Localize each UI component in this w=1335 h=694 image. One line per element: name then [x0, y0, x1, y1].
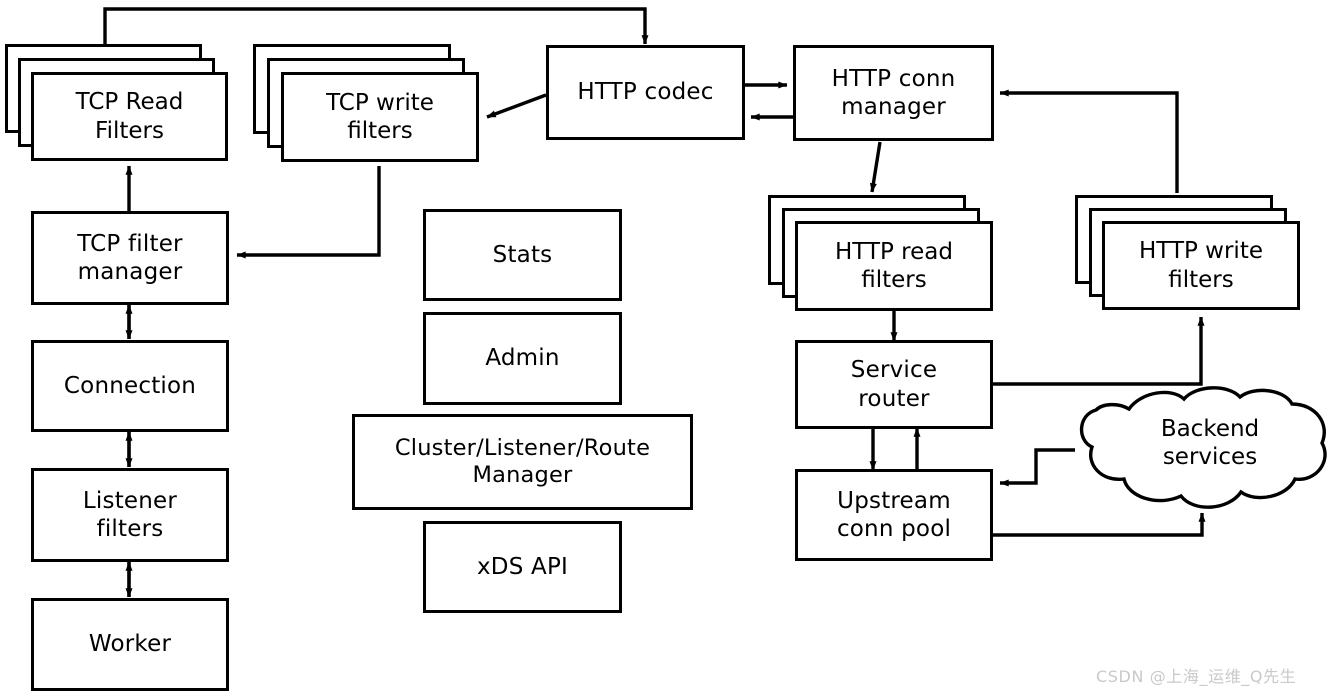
- http-read-filters-stack[interactable]: HTTP read filters: [768, 195, 994, 312]
- edge-conn-manager-to-http-read: [869, 141, 882, 193]
- edge-tcp-write-to-tcp-filter-manager: [236, 166, 381, 259]
- tcp-write-filters-node[interactable]: TCP write filters: [281, 72, 479, 162]
- stats-node[interactable]: Stats: [423, 209, 622, 301]
- connection-node[interactable]: Connection: [31, 340, 229, 432]
- tcp-write-filters-stack[interactable]: TCP write filters: [253, 44, 479, 162]
- worker-node[interactable]: Worker: [31, 598, 229, 691]
- http-write-filters-stack[interactable]: HTTP write filters: [1075, 195, 1301, 311]
- edge-backend-to-upstream: [999, 448, 1075, 487]
- backend-services-label[interactable]: Backend services: [1120, 415, 1300, 471]
- tcp-filter-manager-node[interactable]: TCP filter manager: [31, 211, 229, 305]
- admin-node[interactable]: Admin: [423, 312, 622, 405]
- tcp-read-filters-stack[interactable]: TCP Read Filters: [5, 44, 228, 161]
- edge-upstream-to-backend: [993, 512, 1206, 537]
- service-router-node[interactable]: Service router: [795, 340, 993, 429]
- edge-service-router-to-http-write: [993, 316, 1205, 386]
- http-conn-manager-node[interactable]: HTTP conn manager: [793, 45, 994, 141]
- edge-http-write-to-conn-manager: [999, 89, 1179, 193]
- watermark-text: CSDN @上海_运维_Q先生: [1096, 667, 1297, 686]
- tcp-read-filters-node[interactable]: TCP Read Filters: [31, 72, 228, 161]
- http-write-filters-node[interactable]: HTTP write filters: [1102, 221, 1300, 310]
- listener-filters-node[interactable]: Listener filters: [31, 468, 229, 562]
- http-codec-node[interactable]: HTTP codec: [546, 45, 745, 140]
- edge-tcp-read-to-http-codec: [103, 7, 649, 45]
- cluster-listener-route-manager-node[interactable]: Cluster/Listener/Route Manager: [352, 414, 693, 510]
- upstream-conn-pool-node[interactable]: Upstream conn pool: [795, 469, 993, 561]
- diagram-canvas: TCP Read Filters TCP write filters HTTP …: [0, 0, 1335, 694]
- http-read-filters-node[interactable]: HTTP read filters: [795, 221, 993, 311]
- edge-http-codec-to-tcp-write: [486, 93, 547, 119]
- xds-api-node[interactable]: xDS API: [423, 521, 622, 613]
